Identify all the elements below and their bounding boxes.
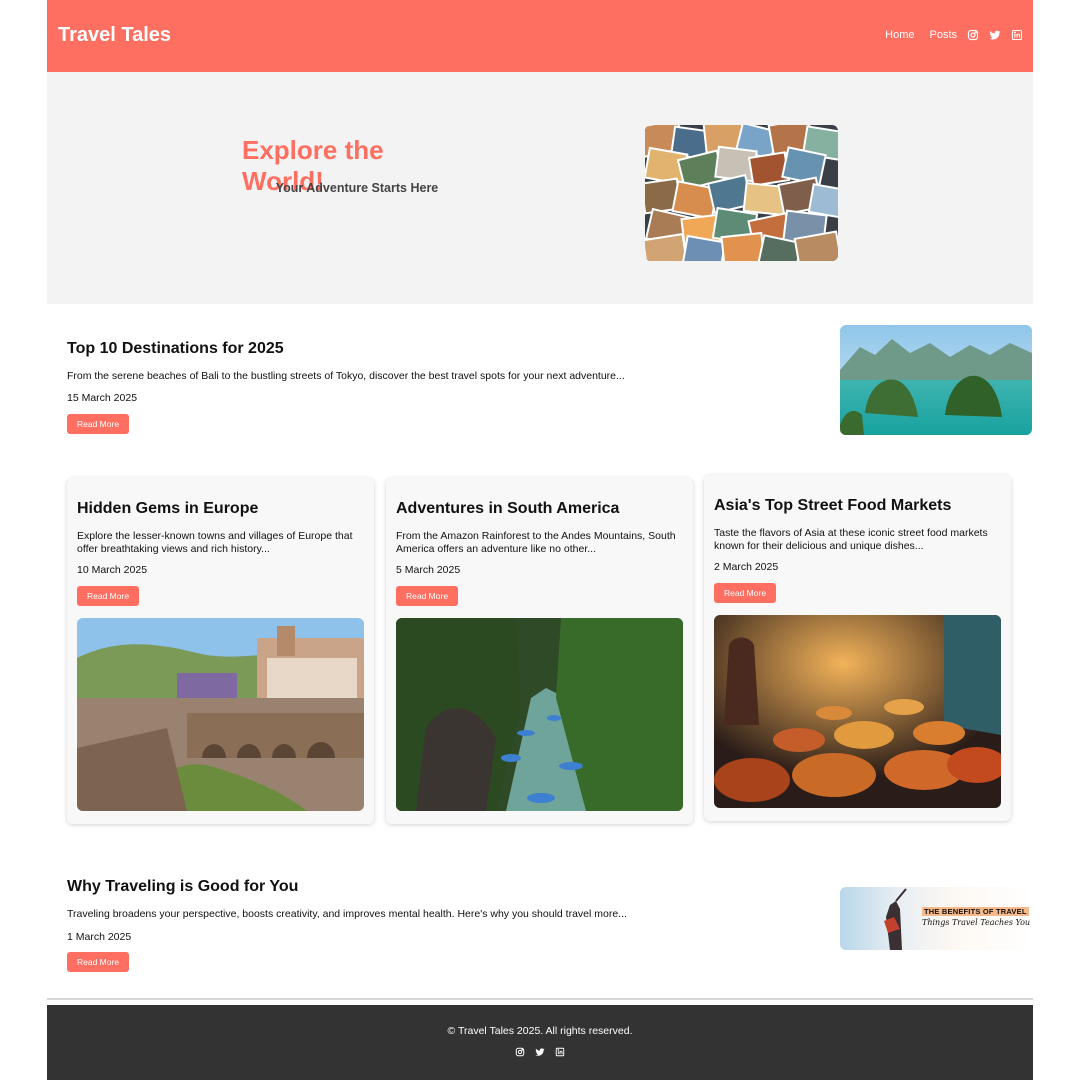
- hero-section: Explore the World! Your Adventure Starts…: [47, 72, 1033, 304]
- read-more-button[interactable]: Read More: [67, 414, 130, 434]
- read-more-button[interactable]: Read More: [396, 586, 459, 606]
- twitter-icon[interactable]: [989, 29, 1001, 41]
- linkedin-icon[interactable]: [1011, 29, 1023, 41]
- site-header: Travel Tales Home Posts: [47, 0, 1033, 72]
- footer-social-links: [47, 1047, 1033, 1057]
- card-title[interactable]: Adventures in South America: [396, 500, 619, 518]
- benefits-of-travel-banner-image: THE BENEFITS OF TRAVEL Things Travel Tea…: [840, 887, 1032, 950]
- card-excerpt: Taste the flavors of Asia at these iconi…: [714, 527, 988, 552]
- post-excerpt: Traveling broadens your perspective, boo…: [67, 908, 627, 920]
- street-food-market-image: [714, 615, 1001, 808]
- read-more-button[interactable]: Read More: [714, 583, 777, 603]
- page: Travel Tales Home Posts Explore the Worl…: [47, 0, 1033, 1080]
- footer-copyright: © Travel Tales 2025. All rights reserved…: [447, 1025, 633, 1037]
- card-date: 2 March 2025: [714, 561, 779, 573]
- river-rafting-image: [396, 618, 683, 811]
- footer-divider: [47, 998, 1033, 1000]
- post-card: Asia's Top Street Food Markets Taste the…: [704, 475, 1011, 821]
- instagram-icon[interactable]: [515, 1047, 525, 1057]
- card-excerpt: From the Amazon Rainforest to the Andes …: [396, 530, 676, 555]
- hero-subtitle: Your Adventure Starts Here: [275, 181, 439, 195]
- card-date: 5 March 2025: [396, 564, 461, 576]
- banner-subheading: Things Travel Teaches You: [922, 918, 1031, 927]
- linkedin-icon[interactable]: [555, 1047, 565, 1057]
- post-title[interactable]: Top 10 Destinations for 2025: [67, 340, 284, 358]
- card-title[interactable]: Hidden Gems in Europe: [77, 500, 258, 518]
- banner-heading: THE BENEFITS OF TRAVEL: [922, 907, 1029, 916]
- post-title[interactable]: Why Traveling is Good for You: [67, 878, 298, 896]
- site-footer: © Travel Tales 2025. All rights reserved…: [47, 1005, 1033, 1080]
- post-card: Adventures in South America From the Ama…: [386, 478, 693, 824]
- post-excerpt: From the serene beaches of Bali to the b…: [67, 370, 625, 382]
- read-more-button[interactable]: Read More: [67, 952, 130, 972]
- instagram-icon[interactable]: [967, 29, 979, 41]
- card-excerpt: Explore the lesser-known towns and villa…: [77, 530, 353, 555]
- post-date: 15 March 2025: [67, 392, 138, 404]
- post-date: 1 March 2025: [67, 931, 132, 943]
- card-date: 10 March 2025: [77, 564, 148, 576]
- nav-link-posts[interactable]: Posts: [929, 29, 957, 41]
- bay-islands-image: [840, 325, 1032, 435]
- hero-photo-collage-image: [645, 125, 838, 261]
- nav-link-home[interactable]: Home: [885, 29, 914, 41]
- site-brand[interactable]: Travel Tales: [58, 24, 171, 47]
- post-card: Hidden Gems in Europe Explore the lesser…: [67, 478, 374, 824]
- main-nav: Home Posts: [885, 29, 1023, 41]
- european-village-image: [77, 618, 364, 811]
- read-more-button[interactable]: Read More: [77, 586, 140, 606]
- twitter-icon[interactable]: [535, 1047, 545, 1057]
- card-title[interactable]: Asia's Top Street Food Markets: [714, 497, 951, 515]
